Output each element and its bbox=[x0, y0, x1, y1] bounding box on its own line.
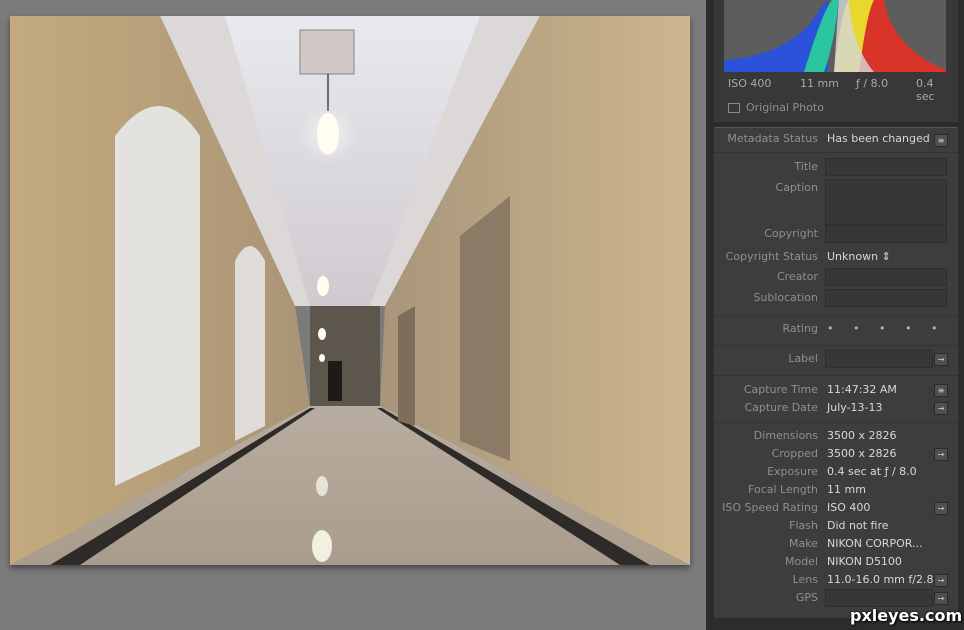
metadata-status-label: Metadata Status bbox=[727, 132, 818, 145]
histogram-iso: ISO 400 bbox=[728, 77, 772, 90]
original-photo-checkbox[interactable] bbox=[728, 103, 740, 113]
label-label: Label bbox=[788, 352, 818, 365]
dimensions-value: 3500 x 2826 bbox=[827, 429, 897, 442]
gps-input[interactable] bbox=[825, 589, 933, 607]
iso-value: ISO 400 bbox=[827, 501, 871, 514]
make-value: NIKON CORPOR... bbox=[827, 537, 923, 550]
copyright-label: Copyright bbox=[764, 227, 818, 240]
histogram-exif-readout: ISO 400 11 mm ƒ / 8.0 0.4 sec bbox=[728, 77, 950, 103]
iso-label: ISO Speed Rating bbox=[722, 501, 818, 514]
copyright-status-value: Unknown bbox=[827, 250, 879, 263]
focal-length-value: 11 mm bbox=[827, 483, 866, 496]
focal-length-label: Focal Length bbox=[748, 483, 818, 496]
histogram-chart bbox=[724, 0, 946, 72]
right-panel: ISO 400 11 mm ƒ / 8.0 0.4 sec Original P… bbox=[710, 0, 964, 630]
rating-stars[interactable]: • • • • • bbox=[827, 322, 945, 335]
exposure-label: Exposure bbox=[767, 465, 818, 478]
model-label: Model bbox=[784, 555, 818, 568]
cropped-value: 3500 x 2826 bbox=[827, 447, 897, 460]
go-arrow-icon[interactable]: → bbox=[934, 592, 948, 605]
separator bbox=[714, 345, 958, 346]
rating-label: Rating bbox=[782, 322, 818, 335]
metadata-status-value: Has been changed bbox=[827, 132, 930, 145]
list-icon[interactable]: ≡ bbox=[934, 134, 948, 147]
go-arrow-icon[interactable]: → bbox=[934, 502, 948, 515]
separator bbox=[714, 422, 958, 423]
copyright-input[interactable] bbox=[825, 225, 947, 243]
histogram-shutter: 0.4 sec bbox=[916, 77, 935, 103]
go-arrow-icon[interactable]: → bbox=[934, 353, 948, 366]
metadata-panel: Metadata Status Has been changed ≡ Title… bbox=[714, 127, 958, 618]
stepper-arrows-icon: ⇕ bbox=[881, 250, 891, 263]
photo-canvas bbox=[0, 0, 706, 630]
list-icon[interactable]: ≡ bbox=[934, 384, 948, 397]
caption-label: Caption bbox=[775, 181, 818, 194]
copyright-status-select[interactable]: Unknown ⇕ bbox=[827, 250, 891, 263]
capture-date-label: Capture Date bbox=[744, 401, 818, 414]
go-arrow-icon[interactable]: → bbox=[934, 402, 948, 415]
exposure-value: 0.4 sec at ƒ / 8.0 bbox=[827, 465, 917, 478]
go-arrow-icon[interactable]: → bbox=[934, 448, 948, 461]
dimensions-label: Dimensions bbox=[753, 429, 818, 442]
separator bbox=[714, 375, 958, 376]
creator-input[interactable] bbox=[825, 268, 947, 286]
caption-input[interactable] bbox=[825, 179, 947, 225]
title-input[interactable] bbox=[825, 158, 947, 176]
capture-time-label: Capture Time bbox=[743, 383, 818, 396]
original-photo-label: Original Photo bbox=[746, 101, 824, 114]
flash-label: Flash bbox=[789, 519, 818, 532]
flash-value: Did not fire bbox=[827, 519, 889, 532]
sublocation-label: Sublocation bbox=[753, 291, 818, 304]
sublocation-input[interactable] bbox=[825, 289, 947, 307]
histogram-panel: ISO 400 11 mm ƒ / 8.0 0.4 sec Original P… bbox=[714, 0, 958, 122]
histogram-aperture: ƒ / 8.0 bbox=[856, 77, 889, 90]
separator bbox=[714, 315, 958, 316]
corridor-photo[interactable] bbox=[10, 16, 690, 565]
original-photo-toggle[interactable]: Original Photo bbox=[728, 101, 824, 115]
histogram-focal: 11 mm bbox=[800, 77, 839, 90]
cropped-label: Cropped bbox=[771, 447, 818, 460]
copyright-status-label: Copyright Status bbox=[725, 250, 818, 263]
separator bbox=[714, 152, 958, 153]
lens-label: Lens bbox=[792, 573, 818, 586]
label-input[interactable] bbox=[825, 350, 933, 368]
title-label: Title bbox=[794, 160, 818, 173]
make-label: Make bbox=[789, 537, 818, 550]
model-value: NIKON D5100 bbox=[827, 555, 902, 568]
creator-label: Creator bbox=[776, 270, 818, 283]
lens-value: 11.0-16.0 mm f/2.8 bbox=[827, 573, 934, 586]
capture-date-value: July-13-13 bbox=[827, 401, 883, 414]
go-arrow-icon[interactable]: → bbox=[934, 574, 948, 587]
capture-time-value: 11:47:32 AM bbox=[827, 383, 897, 396]
gps-label: GPS bbox=[795, 591, 818, 604]
watermark: pxleyes.com bbox=[850, 606, 963, 625]
